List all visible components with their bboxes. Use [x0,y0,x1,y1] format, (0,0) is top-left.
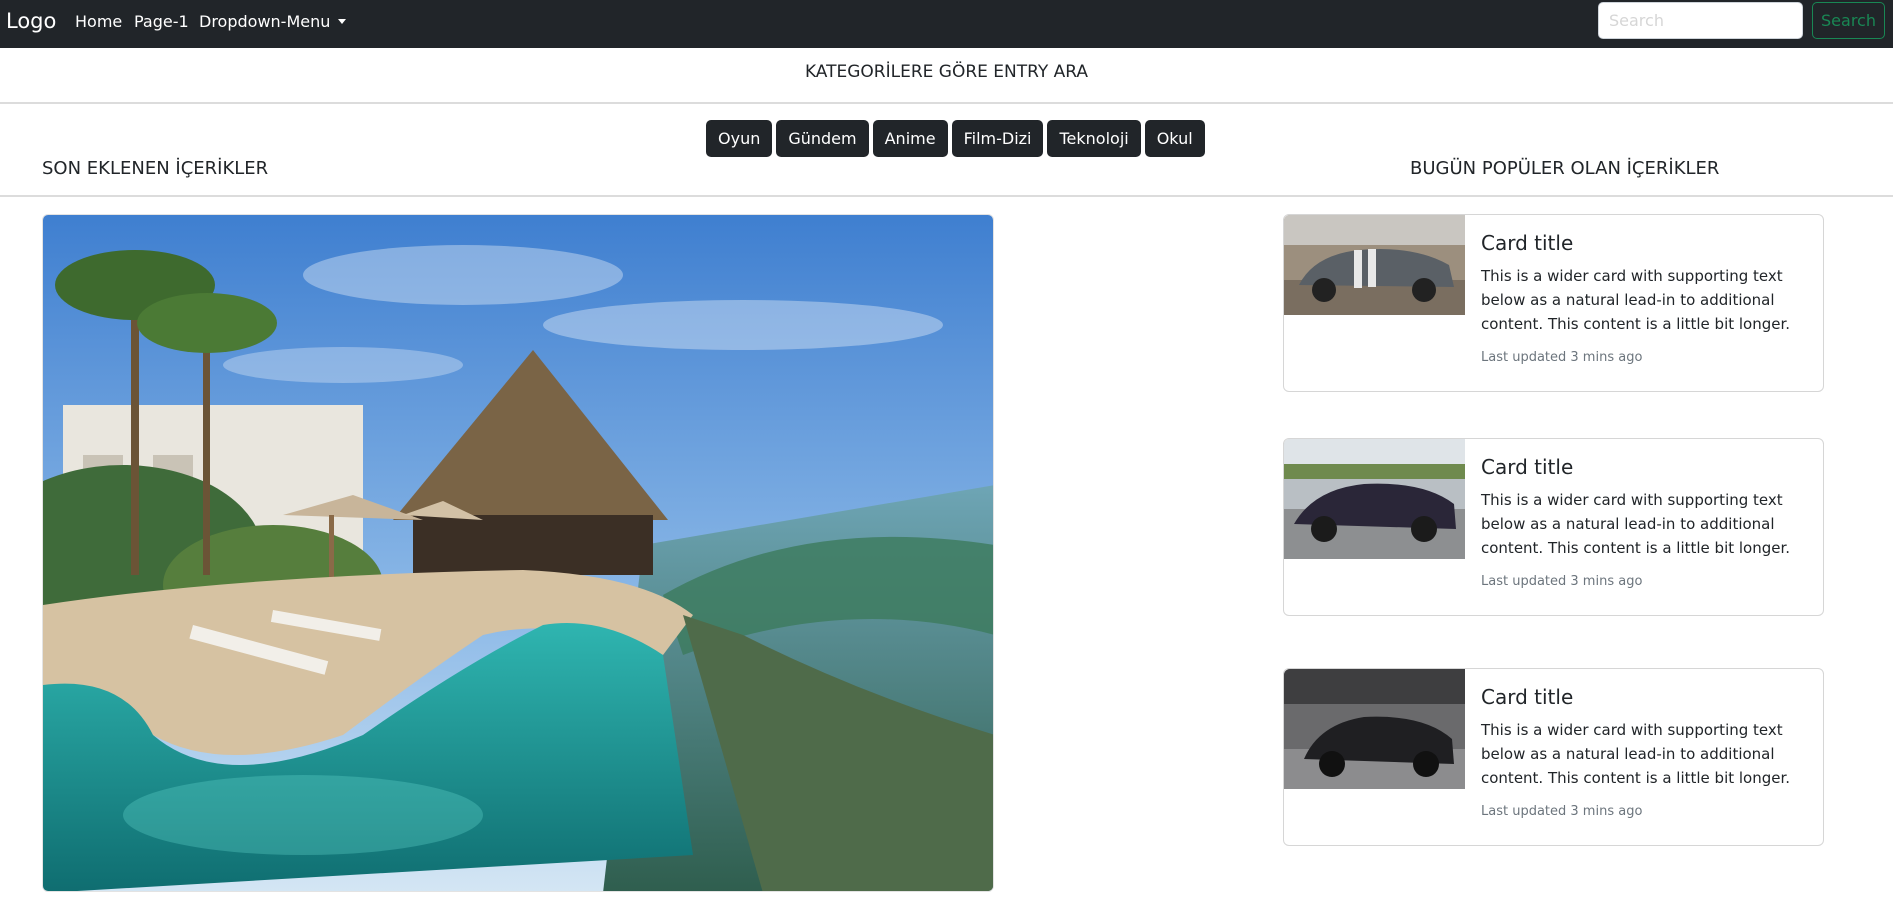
card-updated: Last updated 3 mins ago [1481,574,1643,589]
card-title: Card title [1481,455,1574,479]
resort-pool-illustration [43,215,993,891]
card-text: This is a wider card with supporting tex… [1481,721,1791,787]
popular-card[interactable]: Card title This is a wider card with sup… [1283,668,1824,846]
category-heading: KATEGORİLERE GÖRE ENTRY ARA [804,62,1089,82]
brand-logo[interactable]: Logo [6,9,56,33]
card-body: Card title This is a wider card with sup… [1481,685,1811,819]
nav-link-page-1[interactable]: Page-1 [134,12,189,31]
category-button-gundem[interactable]: Gündem [776,120,869,157]
navbar: Logo Home Page-1 Dropdown-Menu Search [0,0,1893,48]
card-body: Card title This is a wider card with sup… [1481,231,1811,365]
caret-down-icon [338,19,347,24]
category-button-teknoloji[interactable]: Teknoloji [1047,120,1141,157]
nav-dropdown-menu[interactable]: Dropdown-Menu [199,12,347,31]
card-body: Card title This is a wider card with sup… [1481,455,1811,589]
latest-section-title: SON EKLENEN İÇERİKLER [42,158,269,179]
card-updated: Last updated 3 mins ago [1481,804,1643,819]
card-image-supra [1284,669,1465,789]
card-image-mustang [1284,215,1465,315]
category-button-okul[interactable]: Okul [1144,120,1205,157]
card-image-skyline [1284,439,1465,559]
car-thumbnail [1284,669,1465,789]
search-input[interactable] [1598,2,1803,39]
category-button-oyun[interactable]: Oyun [706,120,773,157]
popular-card[interactable]: Card title This is a wider card with sup… [1283,438,1824,616]
card-text: This is a wider card with supporting tex… [1481,491,1791,557]
divider [0,195,1893,197]
dropdown-label: Dropdown-Menu [199,12,331,31]
card-updated: Last updated 3 mins ago [1481,350,1643,365]
nav-link-home[interactable]: Home [75,12,122,31]
featured-resort-pool-image[interactable] [42,214,994,892]
search-button[interactable]: Search [1812,2,1885,39]
category-button-film-dizi[interactable]: Film-Dizi [951,120,1044,157]
category-button-anime[interactable]: Anime [872,120,948,157]
category-button-group: Oyun Gündem Anime Film-Dizi Teknoloji Ok… [706,120,1205,157]
car-thumbnail [1284,439,1465,559]
popular-card[interactable]: Card title This is a wider card with sup… [1283,214,1824,392]
card-title: Card title [1481,685,1574,709]
card-title: Card title [1481,231,1574,255]
popular-section-title: BUGÜN POPÜLER OLAN İÇERİKLER [1410,158,1720,179]
divider [0,102,1893,104]
car-thumbnail [1284,215,1465,315]
card-text: This is a wider card with supporting tex… [1481,267,1791,333]
